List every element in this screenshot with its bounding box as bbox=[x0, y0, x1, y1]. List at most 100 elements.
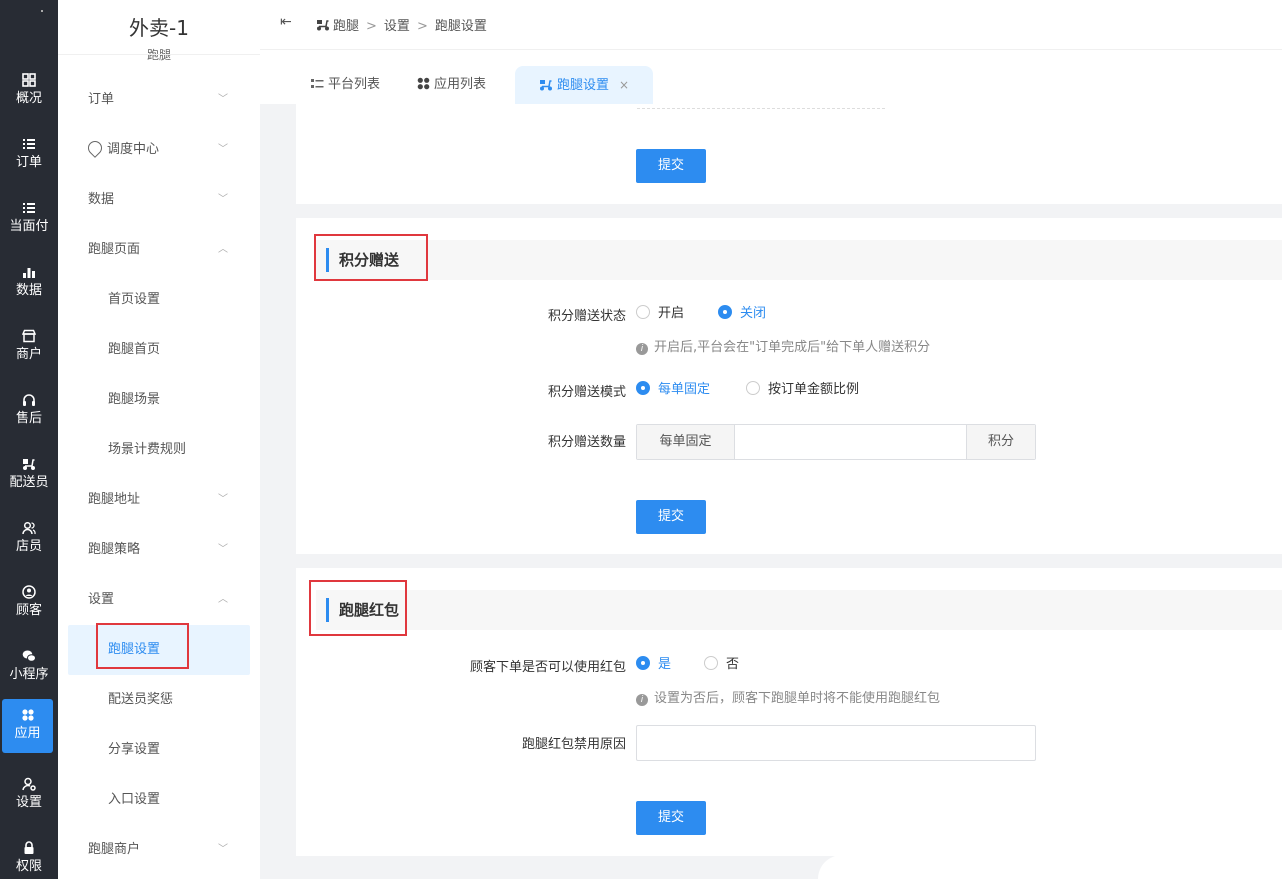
breadcrumb: 跑腿 > 设置 > 跑腿设置 bbox=[316, 15, 487, 34]
redpacket-section: 跑腿红包 顾客下单是否可以使用红包 是 否 i 设置为否后，顾客下跑腿单时将不能使… bbox=[296, 568, 1282, 856]
rail-item-clerk[interactable]: 店员 bbox=[0, 512, 58, 566]
scooter-icon bbox=[540, 80, 552, 91]
menu-home-settings[interactable]: 首页设置 bbox=[58, 275, 260, 325]
rail-label: 应用 bbox=[14, 726, 41, 741]
menu-label: 场景计费规则 bbox=[108, 442, 187, 457]
rail-item-facepay[interactable]: 当面付 bbox=[0, 192, 58, 246]
submit-button-redpacket[interactable]: 提交 bbox=[636, 801, 706, 835]
rail-item-courier[interactable]: 配送员 bbox=[0, 448, 58, 502]
points-status-label: 积分赠送状态 bbox=[547, 309, 626, 324]
menu-errand-strategy[interactable]: 跑腿策略 ﹀ bbox=[58, 525, 260, 575]
menu-label: 跑腿页面 bbox=[88, 242, 141, 257]
amount-suffix: 积分 bbox=[967, 425, 1035, 459]
list-icon bbox=[0, 198, 58, 218]
info-icon: i bbox=[636, 343, 648, 355]
radio-circle bbox=[636, 381, 650, 395]
menu-errand-scenes[interactable]: 跑腿场景 bbox=[58, 375, 260, 425]
lock-icon bbox=[0, 838, 58, 858]
tab-app-list[interactable]: 应用列表 bbox=[417, 66, 486, 104]
user-circle-icon bbox=[0, 582, 58, 602]
redpacket-use-yes-radio[interactable]: 是 bbox=[636, 655, 671, 675]
rail-item-data[interactable]: 数据 bbox=[0, 256, 58, 310]
close-icon[interactable]: × bbox=[619, 78, 629, 92]
menu-entry-settings[interactable]: 入口设置 bbox=[58, 775, 260, 825]
points-amount-group: 每单固定 积分 bbox=[636, 424, 1036, 460]
menu-errand-address[interactable]: 跑腿地址 ﹀ bbox=[58, 475, 260, 525]
menu-share-settings[interactable]: 分享设置 bbox=[58, 725, 260, 775]
redpacket-reason-input[interactable] bbox=[636, 725, 1036, 761]
redpacket-use-label: 顾客下单是否可以使用红包 bbox=[469, 660, 626, 675]
points-section: 积分赠送 积分赠送状态 开启 关闭 i 开启后,平台会在"订单完成后"给下单人赠送… bbox=[296, 218, 1282, 554]
rail-item-settings[interactable]: 设置 bbox=[0, 768, 58, 822]
radio-circle bbox=[718, 305, 732, 319]
redpacket-use-no-radio[interactable]: 否 bbox=[704, 655, 739, 675]
points-mode-label: 积分赠送模式 bbox=[547, 385, 626, 400]
menu-errand-home[interactable]: 跑腿首页 bbox=[58, 325, 260, 375]
tab-label: 跑腿设置 bbox=[557, 78, 610, 93]
submit-button-top[interactable]: 提交 bbox=[636, 149, 706, 183]
store-icon bbox=[0, 326, 58, 346]
menu-data[interactable]: 数据 ﹀ bbox=[58, 175, 260, 225]
menu-label: 分享设置 bbox=[108, 742, 161, 757]
breadcrumb-item[interactable]: 跑腿 bbox=[333, 19, 359, 34]
breadcrumb-separator: > bbox=[366, 19, 377, 34]
info-icon: i bbox=[636, 694, 648, 706]
rail-label: 小程序 bbox=[9, 667, 49, 682]
location-icon bbox=[85, 138, 105, 158]
points-status-on-radio[interactable]: 开启 bbox=[636, 304, 684, 324]
menu-label: 跑腿地址 bbox=[88, 492, 141, 507]
radio-label: 否 bbox=[726, 657, 740, 672]
users-icon bbox=[0, 518, 58, 538]
rail-item-apps[interactable]: 应用 bbox=[2, 699, 53, 753]
wechat-icon bbox=[0, 646, 58, 666]
menu-label: 调度中心 bbox=[107, 142, 160, 157]
points-section-header: 积分赠送 bbox=[316, 240, 1282, 280]
rail-label: 权限 bbox=[15, 859, 42, 874]
menu-label: 跑腿商户 bbox=[88, 842, 141, 857]
rail-item-merchant[interactable]: 商户 bbox=[0, 320, 58, 374]
highlight-box-points bbox=[314, 234, 428, 281]
rail-label: 概况 bbox=[15, 91, 42, 106]
rail-item-overview[interactable]: 概况 bbox=[0, 64, 58, 118]
breadcrumb-item: 跑腿设置 bbox=[434, 19, 487, 34]
collapse-menu-icon[interactable]: ⇤ bbox=[280, 14, 292, 30]
chevron-down-icon: ﹀ bbox=[218, 844, 228, 855]
user-gear-icon bbox=[0, 774, 58, 794]
rail-item-aftersale[interactable]: 售后 bbox=[0, 384, 58, 438]
menu-label: 订单 bbox=[88, 92, 115, 107]
chevron-up-icon: ︿ bbox=[218, 244, 228, 255]
rail-item-customer[interactable]: 顾客 bbox=[0, 576, 58, 630]
rail-label: 订单 bbox=[15, 155, 42, 170]
menu-label: 配送员奖惩 bbox=[108, 692, 174, 707]
tab-platform-list[interactable]: 平台列表 bbox=[311, 66, 380, 104]
menu-errand-merchants[interactable]: 跑腿商户 ﹀ bbox=[58, 825, 260, 875]
breadcrumb-item[interactable]: 设置 bbox=[384, 19, 410, 34]
rail-item-miniprogram[interactable]: 小程序 bbox=[0, 640, 58, 694]
menu-errand-pages[interactable]: 跑腿页面 ︿ bbox=[58, 225, 260, 275]
menu-label: 跑腿首页 bbox=[108, 342, 161, 357]
menu-orders[interactable]: 订单 ﹀ bbox=[58, 75, 260, 125]
list-icon bbox=[311, 79, 324, 88]
menu-dispatch-center[interactable]: 调度中心 ﹀ bbox=[58, 125, 260, 175]
menu-label: 入口设置 bbox=[108, 792, 161, 807]
rail-item-permission[interactable]: 权限 bbox=[0, 832, 58, 879]
points-mode-fixed-radio[interactable]: 每单固定 bbox=[636, 380, 710, 400]
bottom-white-area bbox=[818, 855, 1282, 879]
menu-courier-rewards[interactable]: 配送员奖惩 bbox=[58, 675, 260, 725]
breadcrumb-separator: > bbox=[416, 19, 428, 34]
points-amount-input[interactable] bbox=[734, 425, 967, 459]
form-panel-top: 提交 bbox=[296, 104, 1282, 204]
menu-scene-pricing[interactable]: 场景计费规则 bbox=[58, 425, 260, 475]
tab-errand-settings[interactable]: 跑腿设置 × bbox=[515, 66, 654, 104]
points-status-off-radio[interactable]: 关闭 bbox=[718, 304, 766, 324]
tab-bar: 平台列表 应用列表 跑腿设置 × bbox=[260, 50, 1282, 104]
points-mode-ratio-radio[interactable]: 按订单金额比例 bbox=[746, 380, 859, 400]
menu-settings[interactable]: 设置 ︿ bbox=[58, 575, 260, 625]
apps-icon bbox=[417, 77, 430, 90]
dashed-divider bbox=[637, 104, 885, 109]
submit-button-points[interactable]: 提交 bbox=[636, 500, 706, 534]
rail-label: 店员 bbox=[15, 539, 42, 554]
rail-item-orders[interactable]: 订单 bbox=[0, 128, 58, 182]
rail-label: 配送员 bbox=[9, 475, 49, 490]
hint-text: 设置为否后，顾客下跑腿单时将不能使用跑腿红包 bbox=[654, 691, 941, 706]
